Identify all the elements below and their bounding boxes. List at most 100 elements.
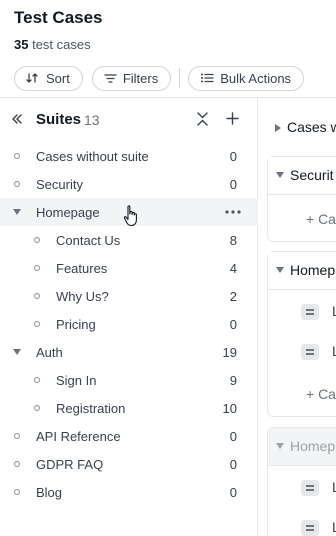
suite-card-title: Homep — [290, 438, 336, 454]
suite-item-label: Sign In — [56, 373, 97, 388]
bulk-actions-button[interactable]: Bulk Actions — [188, 65, 305, 91]
test-case-count: 35 test cases — [14, 37, 91, 52]
test-case-count-suffix: test cases — [32, 37, 91, 52]
test-case-count-value: 35 — [14, 37, 29, 52]
suite-item-count: 2 — [229, 289, 237, 304]
suites-title: Suites — [36, 111, 82, 128]
filters-label: Filters — [122, 70, 159, 86]
suite-item-count: 0 — [229, 149, 237, 164]
add-case-link[interactable]: + Ca — [306, 386, 336, 402]
suite-item-count: 9 — [229, 373, 237, 388]
more-horizontal-icon[interactable] — [225, 210, 241, 214]
filters-button[interactable]: Filters — [91, 65, 172, 91]
suite-dot-icon — [13, 432, 21, 440]
suite-item-label: Features — [56, 261, 108, 276]
suite-item-count: 0 — [229, 177, 237, 192]
suite-dot-icon — [13, 460, 21, 468]
caret-down-icon — [276, 267, 284, 273]
test-case-row[interactable]: L — [268, 508, 336, 536]
suite-item[interactable]: Homepage — [0, 198, 258, 227]
suite-dot-icon — [33, 376, 41, 384]
suite-item[interactable]: Cases without suite 0 — [0, 142, 258, 170]
sort-icon — [26, 73, 38, 83]
suite-dot-icon — [33, 320, 41, 328]
priority-normal-icon — [301, 520, 319, 536]
suite-item[interactable]: Security 0 — [0, 170, 258, 198]
test-case-title: L — [332, 343, 336, 359]
list-icon — [201, 73, 214, 83]
suite-tree: Cases without suite 0 Security 0 Homepage Con… — [0, 142, 258, 506]
caret-down-icon[interactable] — [12, 348, 22, 356]
filter-icon — [104, 73, 117, 83]
test-case-row[interactable]: L — [268, 468, 336, 508]
page-header: Test Cases 35 test cases Sort Filters Bu… — [0, 0, 336, 98]
test-case-title: L — [332, 303, 336, 319]
priority-normal-icon — [301, 480, 319, 496]
suite-item[interactable]: Auth 19 — [0, 338, 258, 366]
test-case-title: L — [332, 519, 336, 535]
suite-item-label: Security — [36, 177, 83, 192]
suite-item-label: Homepage — [36, 205, 100, 220]
suite-item-label: GDPR FAQ — [36, 457, 104, 472]
suite-item-label: Registration — [56, 401, 126, 416]
test-case-row[interactable]: L — [268, 332, 336, 372]
suite-item[interactable]: Why Us? 2 — [0, 282, 258, 310]
suite-item-count: 0 — [229, 485, 237, 500]
hand-pointer-icon — [123, 205, 137, 227]
priority-normal-icon — [301, 344, 319, 360]
test-case-row[interactable]: L — [268, 292, 336, 332]
suite-card-security: Securit + Ca — [267, 156, 336, 242]
suite-dot-icon — [13, 180, 21, 188]
suite-dot-icon — [33, 264, 41, 272]
suite-item-label: Blog — [36, 485, 63, 500]
suite-dot-icon — [13, 152, 21, 160]
suite-item-label: API Reference — [36, 429, 121, 444]
suite-item-label: Why Us? — [56, 289, 109, 304]
suite-card-header[interactable]: Securit — [268, 157, 336, 195]
suite-item-count: 19 — [222, 345, 237, 360]
suite-item-label: Auth — [36, 345, 63, 360]
caret-down-icon — [276, 443, 284, 449]
caret-right-icon — [275, 124, 281, 132]
toolbar: Sort Filters Bulk Actions — [14, 65, 305, 91]
page-title: Test Cases — [14, 8, 103, 27]
caret-down-icon[interactable] — [12, 208, 22, 216]
main-content: Cases w Securit + Ca Homep L L + Ca Home… — [259, 98, 336, 536]
suite-item-count: 10 — [222, 401, 237, 416]
suite-item-label: Pricing — [56, 317, 96, 332]
sort-button[interactable]: Sort — [14, 65, 83, 91]
suite-item-count: 0 — [229, 429, 237, 444]
suite-item[interactable]: Blog 0 — [0, 478, 258, 506]
suite-item[interactable]: Registration 10 — [0, 394, 258, 422]
suite-card-header[interactable]: Homep — [268, 252, 336, 290]
suite-item[interactable]: Features 4 — [0, 254, 258, 282]
suite-item[interactable]: Pricing 0 — [0, 310, 258, 338]
add-case-link[interactable]: + Ca — [306, 211, 336, 227]
double-chevron-left-icon[interactable] — [11, 113, 23, 125]
suite-dot-icon — [33, 404, 41, 412]
suite-item-label: Contact Us — [56, 233, 121, 248]
plus-icon[interactable] — [226, 112, 239, 125]
suite-item-count: 8 — [229, 233, 237, 248]
suite-card-title: Cases w — [287, 119, 336, 135]
suite-dot-icon — [33, 236, 41, 244]
bulk-actions-label: Bulk Actions — [220, 70, 292, 86]
suites-sidebar: Suites 13 Cases without suite 0 Security 0 H… — [0, 98, 258, 536]
suite-item[interactable]: API Reference 0 — [0, 422, 258, 450]
suite-card-title: Securit — [290, 167, 334, 183]
suite-card-homepage-sub: Homep L L — [267, 427, 336, 536]
suite-item-count: 0 — [229, 457, 237, 472]
caret-down-icon — [276, 172, 284, 178]
suite-item-count: 4 — [229, 261, 237, 276]
suite-item[interactable]: Contact Us 8 — [0, 226, 258, 254]
suites-header: Suites 13 — [0, 98, 258, 142]
suite-item[interactable]: Sign In 9 — [0, 366, 258, 394]
suite-card-header[interactable]: Homep — [268, 428, 336, 466]
suites-count: 13 — [84, 112, 100, 128]
suite-item-count: 0 — [229, 317, 237, 332]
suite-card-cases-without-suite[interactable]: Cases w — [267, 109, 336, 147]
collapse-all-icon[interactable] — [196, 112, 209, 126]
suite-item[interactable]: GDPR FAQ 0 — [0, 450, 258, 478]
suite-card-title: Homep — [290, 262, 336, 278]
suite-dot-icon — [33, 292, 41, 300]
